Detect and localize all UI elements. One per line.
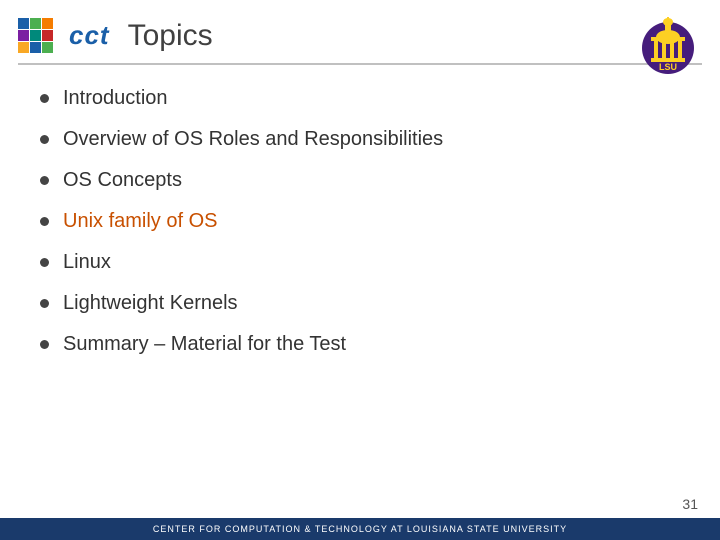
list-item-highlight: Unix family of OS: [40, 210, 680, 233]
bullet-icon: [40, 217, 49, 226]
logo-sq-1: [18, 18, 29, 29]
logo-sq-6: [42, 30, 53, 41]
list-item: OS Concepts: [40, 169, 680, 192]
logo-sq-7: [18, 42, 29, 53]
list-item: Lightweight Kernels: [40, 292, 680, 315]
list-item-text: Lightweight Kernels: [63, 292, 238, 315]
bullet-icon: [40, 135, 49, 144]
list-item: Overview of OS Roles and Responsibilitie…: [40, 128, 680, 151]
list-item: Introduction: [40, 87, 680, 110]
slide-content: Introduction Overview of OS Roles and Re…: [0, 65, 720, 366]
logo-sq-2: [30, 18, 41, 29]
bullet-icon: [40, 94, 49, 103]
list-item-text-highlight: Unix family of OS: [63, 210, 217, 233]
logo-sq-8: [30, 42, 41, 53]
bullet-icon: [40, 340, 49, 349]
page-number: 31: [682, 496, 698, 512]
bullet-icon: [40, 299, 49, 308]
list-item: Linux: [40, 251, 680, 274]
list-item-text: OS Concepts: [63, 169, 182, 192]
list-item-text: Summary – Material for the Test: [63, 333, 346, 356]
logo-sq-3: [42, 18, 53, 29]
footer-text: Center for Computation & Technology at L…: [153, 524, 567, 534]
list-item-text: Overview of OS Roles and Responsibilitie…: [63, 128, 443, 151]
logo-sq-5: [30, 30, 41, 41]
list-item: Summary – Material for the Test: [40, 333, 680, 356]
page-title: Topics: [128, 19, 213, 53]
logo-sq-9: [42, 42, 53, 53]
list-item-text: Linux: [63, 251, 111, 274]
lsu-logo: LSU: [634, 10, 702, 78]
footer-bar: Center for Computation & Technology at L…: [0, 518, 720, 540]
bullet-icon: [40, 176, 49, 185]
slide-header: cct Topics: [0, 0, 720, 63]
logo-sq-4: [18, 30, 29, 41]
list-item-text: Introduction: [63, 87, 168, 110]
cct-logo-grid: [18, 18, 53, 53]
bullet-list: Introduction Overview of OS Roles and Re…: [40, 87, 680, 356]
svg-text:LSU: LSU: [659, 62, 677, 72]
bullet-icon: [40, 258, 49, 267]
cct-logo-text: cct: [69, 20, 110, 51]
